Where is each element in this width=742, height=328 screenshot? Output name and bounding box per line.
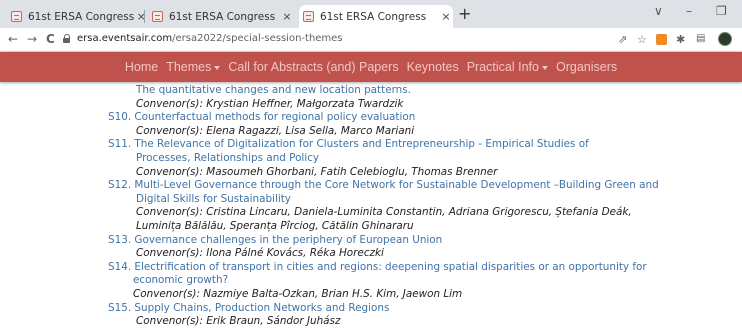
url-host: ersa.eventsair.com bbox=[77, 33, 173, 44]
tab-close-icon[interactable]: × bbox=[439, 10, 453, 23]
url-path: /ersa2022/special-session-themes bbox=[172, 33, 343, 44]
ersa-favicon-icon bbox=[11, 11, 22, 22]
session-title[interactable]: S14. Electrification of transport in cit… bbox=[108, 260, 647, 274]
session-convenors: Convenor(s): Krystian Heffner, Małgorzat… bbox=[136, 97, 404, 110]
nav-call-for-abstracts[interactable]: Call for Abstracts (and) Papers bbox=[228, 60, 398, 74]
browser-tab[interactable]: 61st ERSA Congress × bbox=[8, 5, 146, 28]
browser-tab-strip: 61st ERSA Congress × 61st ERSA Congress … bbox=[0, 0, 742, 28]
extensions-puzzle-icon[interactable]: ✱ bbox=[676, 33, 685, 46]
session-title-cont: The quantitative changes and new locatio… bbox=[136, 84, 411, 96]
nav-organisers-label: Organisers bbox=[555, 60, 618, 74]
session-convenors: Convenor(s): Masoumeh Ghorbani, Fatih Ce… bbox=[136, 165, 498, 178]
nav-keynotes-label: Keynotes bbox=[406, 60, 459, 74]
browser-tab-active[interactable]: 61st ERSA Congress × bbox=[299, 5, 453, 28]
restore-icon[interactable]: ❐ bbox=[716, 4, 727, 18]
lock-icon[interactable] bbox=[63, 34, 71, 43]
tab-title: 61st ERSA Congress bbox=[320, 10, 427, 23]
site-nav-bar: Home Themes Call for Abstracts (and) Pap… bbox=[0, 52, 742, 82]
browser-toolbar: ← → C ersa.eventsair.com/ersa2022/specia… bbox=[0, 28, 742, 52]
session-title[interactable]: S13. Governance challenges in the periph… bbox=[108, 233, 442, 247]
tab-close-icon[interactable]: × bbox=[134, 10, 148, 23]
nav-organisers[interactable]: Organisers bbox=[556, 60, 617, 74]
browser-tab[interactable]: 61st ERSA Congress × bbox=[152, 5, 294, 28]
nav-keynotes[interactable]: Keynotes bbox=[407, 60, 459, 74]
session-convenors: Convenor(s): Nazmiye Balta-Ozkan, Brian … bbox=[133, 288, 463, 300]
new-tab-button[interactable]: + bbox=[458, 4, 471, 23]
nav-home-label: Home bbox=[124, 60, 159, 74]
address-bar[interactable]: ersa.eventsair.com/ersa2022/special-sess… bbox=[77, 33, 343, 44]
reload-icon[interactable]: C bbox=[46, 32, 55, 46]
nav-practical-info[interactable]: Practical Info bbox=[467, 60, 548, 74]
extension-icon[interactable] bbox=[656, 34, 667, 45]
tab-title: 61st ERSA Congress bbox=[169, 10, 276, 23]
session-list: The quantitative changes and new locatio… bbox=[0, 82, 742, 328]
nav-call-label: Call for Abstracts (and) Papers bbox=[228, 60, 399, 74]
share-icon[interactable]: ⇗ bbox=[618, 33, 627, 46]
session-title[interactable]: S11. The Relevance of Digitalization for… bbox=[108, 137, 589, 151]
session-title-cont[interactable]: Digital Skills for Sustainability bbox=[136, 192, 291, 206]
session-title-cont[interactable]: economic growth? bbox=[133, 273, 228, 287]
session-convenors: Convenor(s): Erik Braun, Sándor Juhász bbox=[136, 315, 341, 328]
tab-title: 61st ERSA Congress bbox=[28, 10, 135, 23]
back-icon[interactable]: ← bbox=[8, 32, 18, 46]
session-convenors: Convenor(s): Elena Ragazzi, Lisa Sella, … bbox=[136, 124, 415, 137]
tab-separator bbox=[144, 10, 145, 23]
chevron-down-icon bbox=[541, 65, 548, 70]
profile-avatar[interactable] bbox=[718, 32, 732, 46]
tab-search-chevron-icon[interactable]: ∨ bbox=[654, 4, 663, 18]
ersa-favicon-icon bbox=[303, 11, 314, 22]
ersa-favicon-icon bbox=[152, 11, 163, 22]
nav-home[interactable]: Home bbox=[125, 60, 158, 74]
bookmark-star-icon[interactable]: ☆ bbox=[637, 33, 647, 46]
session-convenors: Convenor(s): Ilona Pálné Kovács, Réka Ho… bbox=[136, 247, 384, 260]
reading-list-icon[interactable]: ▤ bbox=[696, 33, 705, 44]
session-title[interactable]: S15. Supply Chains, Production Networks … bbox=[108, 301, 389, 315]
nav-themes[interactable]: Themes bbox=[166, 60, 221, 74]
session-title-cont[interactable]: Processes, Relationships and Policy bbox=[136, 151, 319, 165]
chevron-down-icon bbox=[214, 65, 221, 70]
nav-practical-label: Practical Info bbox=[466, 60, 539, 74]
forward-icon[interactable]: → bbox=[27, 32, 37, 46]
tab-close-icon[interactable]: × bbox=[280, 10, 294, 23]
session-convenors: Convenor(s): Cristina Lincaru, Daniela-L… bbox=[136, 206, 632, 219]
nav-themes-label: Themes bbox=[166, 60, 212, 74]
session-title[interactable]: S12. Multi-Level Governance through the … bbox=[108, 178, 659, 192]
session-convenors-cont: Luminița Bălălău, Speranța Pîrciog, Cătă… bbox=[136, 220, 414, 232]
session-title[interactable]: S10. Counterfactual methods for regional… bbox=[108, 110, 415, 124]
minimize-icon[interactable]: – bbox=[686, 4, 692, 18]
